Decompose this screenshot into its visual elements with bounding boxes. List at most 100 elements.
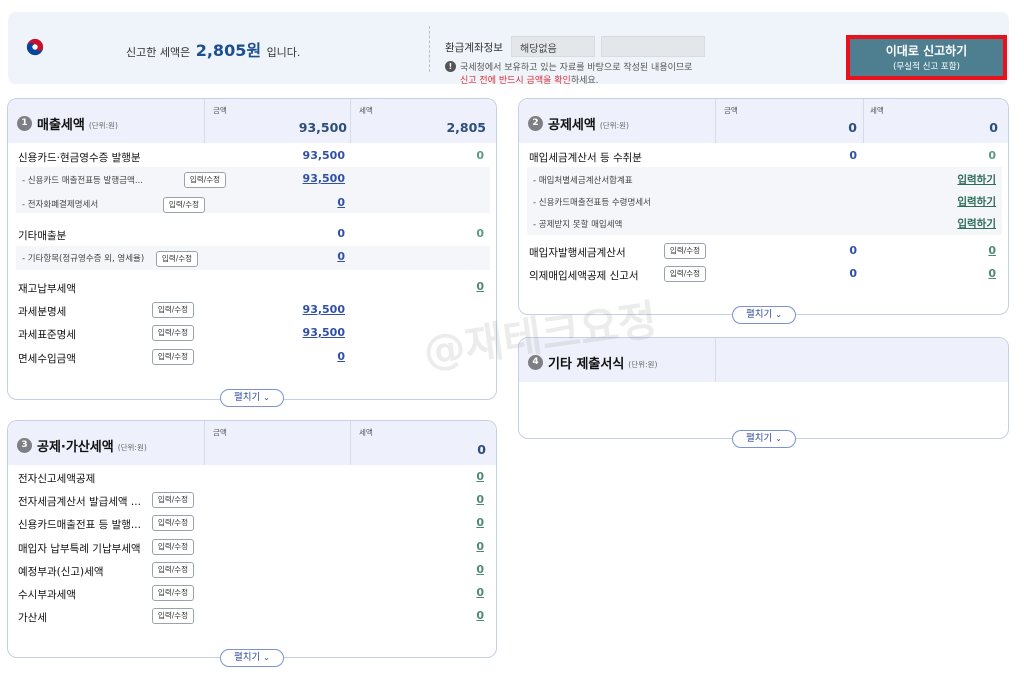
tax-column-header: 세액 0	[350, 421, 498, 465]
edit-button[interactable]: 입력/수정	[152, 325, 194, 341]
submit-sublabel: (무실적 신고 포함)	[893, 62, 960, 72]
row-label: 의제매입세액공제 신고서	[529, 270, 639, 282]
row-label: 재고납부세액	[18, 283, 76, 295]
row-tax[interactable]: 0	[476, 540, 484, 553]
edit-button[interactable]: 입력/수정	[152, 492, 194, 508]
edit-button[interactable]: 입력/수정	[152, 562, 194, 578]
row-tax[interactable]: 0	[988, 244, 996, 257]
edit-button[interactable]: 입력/수정	[152, 539, 194, 555]
submit-label: 이대로 신고하기	[885, 44, 968, 58]
row-tax[interactable]: 0	[476, 493, 484, 506]
row-tax[interactable]: 0	[476, 280, 484, 293]
expand-button[interactable]: 펼치기 ⌄	[220, 649, 284, 667]
row-label: 과세표준명세	[18, 329, 76, 341]
submit-report-button[interactable]: 이대로 신고하기 (무실적 신고 포함)	[850, 39, 1003, 76]
other-forms-header: 4 기타 제출서식 (단위:원)	[519, 338, 1008, 382]
sales-tax-total: 2,805	[446, 120, 486, 135]
row-amount[interactable]: 93,500	[303, 303, 345, 316]
section-title: 공제세액	[548, 118, 596, 133]
edit-button[interactable]: 입력/수정	[184, 172, 226, 188]
section-title: 공제·가산세액	[37, 440, 114, 455]
row-label: 면세수입금액	[18, 353, 76, 365]
refund-account-value: 해당없음	[511, 36, 595, 57]
sales-amount-total: 93,500	[298, 120, 347, 135]
adjustment-tax-total: 0	[477, 442, 486, 457]
row-tax[interactable]: 0	[476, 470, 484, 483]
chevron-down-icon: ⌄	[775, 434, 782, 443]
row-amount: 0	[849, 244, 857, 257]
row-label: 예정부과(신고)세액	[18, 566, 104, 578]
chevron-down-icon: ⌄	[263, 393, 270, 402]
expand-button[interactable]: 펼치기 ⌄	[732, 430, 796, 448]
edit-button[interactable]: 입력/수정	[152, 585, 194, 601]
row-label: 수시부과세액	[18, 589, 76, 601]
submit-highlight: 이대로 신고하기 (무실적 신고 포함)	[846, 35, 1007, 80]
sales-tax-title: 1 매출세액 (단위:원)	[17, 114, 118, 133]
deduction-tax-total: 0	[989, 120, 998, 135]
row-amount: 0	[849, 149, 857, 162]
sub-row-label: - 공제받지 못할 매입세액	[533, 220, 623, 230]
row-tax: 0	[988, 149, 996, 162]
expand-label: 펼치기	[746, 309, 773, 320]
row-tax[interactable]: 0	[476, 563, 484, 576]
edit-button[interactable]: 입력/수정	[156, 251, 198, 267]
unit-label: (단위:원)	[599, 120, 629, 130]
row-tax[interactable]: 0	[476, 609, 484, 622]
row-tax[interactable]: 0	[476, 586, 484, 599]
edit-button[interactable]: 입력/수정	[152, 608, 194, 624]
sub-row-amount[interactable]: 93,500	[303, 172, 345, 185]
amount-column-header: 금액 0	[715, 99, 863, 143]
unit-label: (단위:원)	[628, 359, 658, 369]
input-link[interactable]: 입력하기	[957, 216, 996, 231]
row-label: 과세분명세	[18, 306, 67, 318]
sub-row-label: - 매입처별세금계산서합계표	[533, 176, 633, 186]
unit-label: (단위:원)	[88, 120, 118, 130]
notice-line-1: 국세청에서 보유하고 있는 자료를 바탕으로 작성된 내용이므로	[460, 63, 693, 73]
expand-button[interactable]: 펼치기 ⌄	[732, 306, 796, 324]
edit-button[interactable]: 입력/수정	[152, 515, 194, 531]
sub-row-label: - 신용카드매출전표등 수령명세서	[533, 198, 651, 208]
refund-account-detail	[601, 36, 705, 57]
edit-button[interactable]: 입력/수정	[664, 266, 706, 282]
section-number: 1	[17, 116, 32, 131]
row-label: 매입세금계산서 등 수취분	[529, 152, 642, 164]
expand-button[interactable]: 펼치기 ⌄	[220, 389, 284, 407]
notice-warning: 신고 전에 반드시 금액을 확인	[460, 76, 571, 86]
deduction-header: 2 공제세액 (단위:원) 금액 0 세액 0	[519, 99, 1008, 143]
row-amount: 0	[337, 227, 345, 240]
tax-header-label: 세액	[870, 106, 884, 115]
adjustment-header: 3 공제·가산세액 (단위:원) 금액 세액 0	[8, 421, 496, 465]
chevron-down-icon: ⌄	[775, 310, 782, 319]
row-tax[interactable]: 0	[476, 516, 484, 529]
row-amount[interactable]: 93,500	[303, 326, 345, 339]
row-amount[interactable]: 0	[337, 350, 345, 363]
edit-button[interactable]: 입력/수정	[163, 197, 205, 213]
row-amount: 0	[849, 267, 857, 280]
unit-label: (단위:원)	[117, 442, 147, 452]
tax-summary-text: 신고한 세액은 2,805원 입니다.	[126, 37, 300, 61]
row-tax[interactable]: 0	[988, 267, 996, 280]
edit-button[interactable]: 입력/수정	[152, 302, 194, 318]
expand-label: 펼치기	[746, 433, 773, 444]
row-amount: 93,500	[302, 149, 345, 162]
adjustment-tax-panel: 3 공제·가산세액 (단위:원) 금액 세액 0 전자신고세액공제 0 전자세금…	[7, 420, 497, 667]
input-link[interactable]: 입력하기	[957, 194, 996, 209]
row-label: 전자세금계산서 발급세액 ...	[18, 496, 141, 508]
input-link[interactable]: 입력하기	[957, 172, 996, 187]
chevron-down-icon: ⌄	[263, 653, 270, 662]
other-forms-title: 4 기타 제출서식 (단위:원)	[528, 353, 657, 372]
notice-line-2-rest: 하세요.	[570, 76, 599, 86]
deduction-tax-panel: 2 공제세액 (단위:원) 금액 0 세액 0 매입세금계산서 등 수취분 0 …	[518, 98, 1009, 324]
sub-row-label: - 신용카드 매출전표등 발행금액...	[22, 176, 143, 186]
deduction-title: 2 공제세액 (단위:원)	[528, 114, 629, 133]
row-tax: 0	[476, 227, 484, 240]
amount-column-header: 금액 93,500	[204, 99, 350, 143]
tax-column-header: 세액 0	[863, 99, 1010, 143]
info-icon: !	[445, 61, 456, 72]
edit-button[interactable]: 입력/수정	[152, 349, 194, 365]
sub-row-amount[interactable]: 0	[337, 250, 345, 263]
edit-button[interactable]: 입력/수정	[664, 243, 706, 259]
column-divider	[715, 338, 1010, 382]
sub-row-amount[interactable]: 0	[337, 196, 345, 209]
sub-row-label: - 전자화폐결제명세서	[22, 200, 99, 210]
